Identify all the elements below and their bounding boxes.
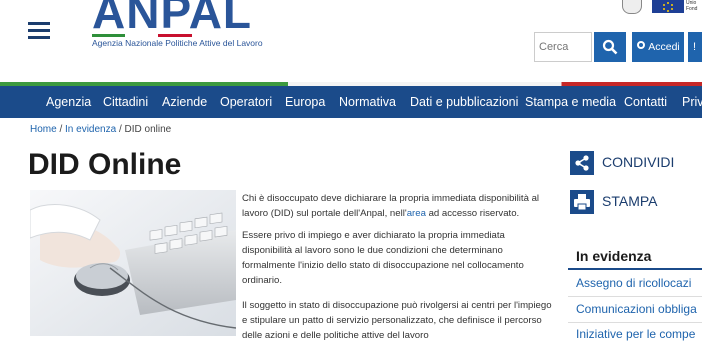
article-paragraph-2: Essere privo di impiego e aver dichiarat…: [242, 230, 524, 286]
article-image: [30, 190, 236, 336]
nav-item-operatori[interactable]: Operatori: [220, 86, 272, 118]
evidence-link-comunicazioni[interactable]: Comunicazioni obbliga: [576, 302, 697, 316]
print-icon: [570, 190, 594, 214]
paragraph-text: ad accesso riservato.: [425, 208, 520, 219]
breadcrumb-home[interactable]: Home: [30, 124, 57, 135]
hamburger-menu-icon[interactable]: [28, 22, 50, 40]
logo-subtitle: Agenzia Nazionale Politiche Attive del L…: [92, 38, 263, 48]
login-label: Accedi: [648, 41, 680, 53]
nav-item-cittadini[interactable]: Cittadini: [103, 86, 148, 118]
eu-flag-icon: [652, 0, 684, 13]
anpal-logo[interactable]: ANPAL Agenzia Nazionale Politiche Attive…: [92, 0, 292, 56]
nav-item-stampa[interactable]: Stampa e media: [525, 86, 616, 118]
main-nav: Agenzia Cittadini Aziende Operatori Euro…: [0, 86, 702, 118]
logo-wordmark: ANPAL: [92, 0, 253, 38]
hand-on-mouse-illustration: [30, 190, 236, 336]
nav-item-europa[interactable]: Europa: [285, 86, 325, 118]
nav-item-agenzia[interactable]: Agenzia: [46, 86, 91, 118]
logo-tricolor-bar: [92, 34, 192, 37]
search-icon: [602, 39, 618, 55]
search-input[interactable]: [534, 32, 592, 62]
nav-item-dati[interactable]: Dati e pubblicazioni: [410, 86, 518, 118]
article-paragraph-1: Chi è disoccupato deve dichiarare la pro…: [242, 191, 552, 221]
nav-item-privacy[interactable]: Priv: [682, 86, 702, 118]
login-button[interactable]: Accedi: [632, 32, 684, 62]
nav-item-normativa[interactable]: Normativa: [339, 86, 396, 118]
evidence-link-iniziative[interactable]: Iniziative per le compe: [576, 327, 695, 341]
page-title: DID Online: [28, 148, 182, 181]
nav-item-aziende[interactable]: Aziende: [162, 86, 207, 118]
evidence-heading: In evidenza: [576, 248, 652, 264]
divider: [568, 296, 702, 297]
evidence-link-assegno[interactable]: Assegno di ricollocazi: [576, 276, 691, 290]
republic-emblem-icon: [622, 0, 642, 14]
breadcrumb-current: DID online: [124, 124, 172, 135]
share-label: CONDIVIDI: [602, 154, 675, 170]
alert-button[interactable]: !: [688, 32, 702, 62]
gears-icon: [637, 41, 645, 49]
article-paragraph-3: Il soggetto in stato di disoccupazione p…: [242, 300, 552, 341]
evidence-underline: [568, 268, 702, 270]
eu-fund-label: Unio Fond: [686, 0, 698, 12]
area-link[interactable]: area: [407, 208, 426, 219]
alert-label: !: [693, 41, 697, 53]
breadcrumb-separator: /: [116, 124, 125, 135]
nav-item-contatti[interactable]: Contatti: [624, 86, 667, 118]
print-label: STAMPA: [602, 193, 658, 209]
divider: [568, 322, 702, 323]
search-button[interactable]: [594, 32, 626, 62]
breadcrumb: Home / In evidenza / DID online: [30, 124, 171, 135]
breadcrumb-separator: /: [56, 124, 66, 135]
breadcrumb-section[interactable]: In evidenza: [65, 124, 116, 135]
share-icon: [570, 151, 594, 175]
